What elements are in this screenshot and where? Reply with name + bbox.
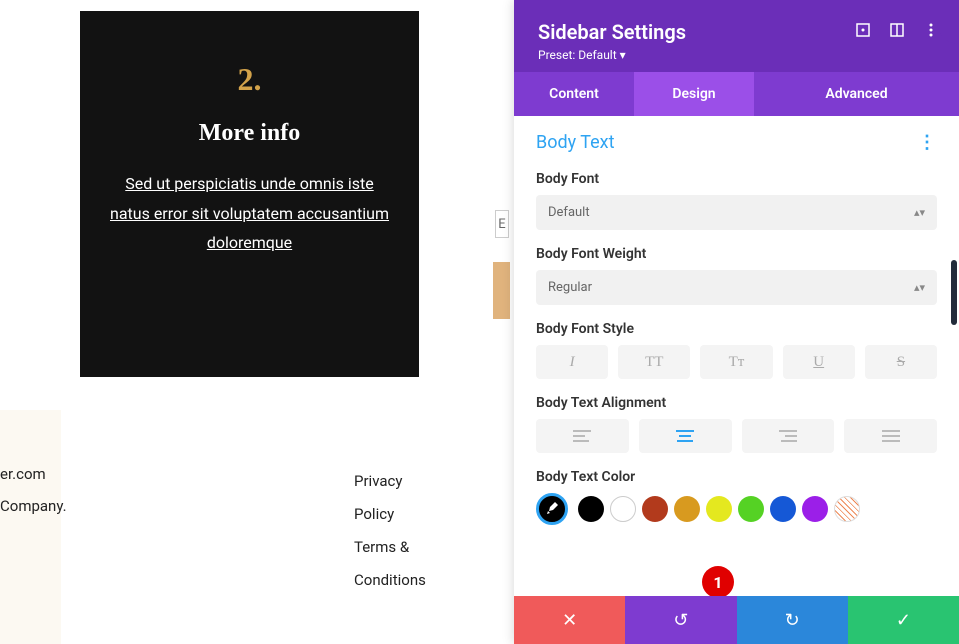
- panel-body: Body Text ⋮ Body Font Default ▴▾ Body Fo…: [514, 116, 959, 596]
- swatch-yellow[interactable]: [706, 496, 732, 522]
- style-uppercase-button[interactable]: TT: [618, 345, 690, 379]
- align-right-button[interactable]: [742, 419, 835, 453]
- label-body-font-weight: Body Font Weight: [536, 246, 937, 262]
- swatch-transparent[interactable]: [834, 496, 860, 522]
- annotation-marker-1: 1: [702, 566, 734, 596]
- chevron-updown-icon: ▴▾: [914, 206, 925, 219]
- redo-button[interactable]: ↻: [737, 596, 848, 644]
- label-body-text-color: Body Text Color: [536, 469, 937, 485]
- settings-panel: Sidebar Settings Preset: Default ▾ Conte…: [514, 0, 959, 644]
- expand-icon[interactable]: [855, 22, 871, 38]
- section-title[interactable]: Body Text: [536, 132, 615, 153]
- undo-button[interactable]: ↺: [625, 596, 736, 644]
- columns-icon[interactable]: [889, 22, 905, 38]
- action-bar: ✕ ↺ ↻ ✓: [514, 596, 959, 644]
- decorative-strip: [493, 262, 510, 319]
- swatch-gold[interactable]: [674, 496, 700, 522]
- section-menu-icon[interactable]: ⋮: [918, 132, 937, 153]
- tab-content[interactable]: Content: [514, 72, 634, 116]
- page-footer: er.com Company. Privacy Policy Terms & C…: [0, 410, 61, 644]
- footer-email-fragment: er.com: [0, 465, 67, 483]
- privacy-link[interactable]: Privacy Policy: [354, 465, 426, 531]
- step-body: Sed ut perspiciatis unde omnis iste natu…: [110, 169, 389, 258]
- swatch-brick[interactable]: [642, 496, 668, 522]
- body-font-value: Default: [548, 205, 590, 220]
- step-title: More info: [110, 120, 389, 147]
- swatch-purple[interactable]: [802, 496, 828, 522]
- label-body-text-alignment: Body Text Alignment: [536, 395, 937, 411]
- chevron-updown-icon: ▴▾: [914, 281, 925, 294]
- confirm-button[interactable]: ✓: [848, 596, 959, 644]
- scrollbar-thumb[interactable]: [951, 260, 957, 325]
- align-justify-button[interactable]: [844, 419, 937, 453]
- body-font-select[interactable]: Default ▴▾: [536, 195, 937, 230]
- terms-link[interactable]: Terms & Conditions: [354, 531, 426, 597]
- style-smallcaps-button[interactable]: Tᴛ: [700, 345, 772, 379]
- label-body-font: Body Font: [536, 171, 937, 187]
- color-swatch-row: [536, 493, 937, 525]
- footer-company-fragment: Company.: [0, 497, 67, 515]
- cancel-button[interactable]: ✕: [514, 596, 625, 644]
- preset-selector[interactable]: Preset: Default ▾: [538, 48, 935, 62]
- eyedropper-button[interactable]: [536, 493, 568, 525]
- editor-badge[interactable]: E: [495, 210, 509, 238]
- swatch-green[interactable]: [738, 496, 764, 522]
- content-card: 2. More info Sed ut perspiciatis unde om…: [80, 11, 419, 377]
- tab-design[interactable]: Design: [634, 72, 754, 116]
- panel-tabs: Content Design Advanced: [514, 72, 959, 116]
- panel-header: Sidebar Settings Preset: Default ▾: [514, 0, 959, 72]
- swatch-black[interactable]: [578, 496, 604, 522]
- align-center-button[interactable]: [639, 419, 732, 453]
- tab-advanced[interactable]: Advanced: [754, 72, 959, 116]
- align-left-button[interactable]: [536, 419, 629, 453]
- style-underline-button[interactable]: U: [783, 345, 855, 379]
- body-weight-value: Regular: [548, 280, 592, 295]
- body-weight-select[interactable]: Regular ▴▾: [536, 270, 937, 305]
- swatch-white[interactable]: [610, 496, 636, 522]
- label-body-font-style: Body Font Style: [536, 321, 937, 337]
- style-strike-button[interactable]: S: [865, 345, 937, 379]
- style-italic-button[interactable]: I: [536, 345, 608, 379]
- step-number: 2.: [110, 61, 389, 98]
- swatch-blue[interactable]: [770, 496, 796, 522]
